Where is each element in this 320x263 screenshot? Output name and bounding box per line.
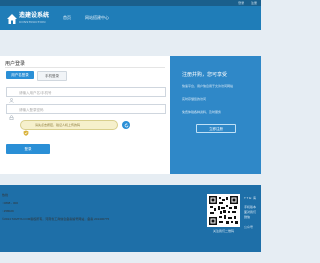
tab-username-login[interactable]: 用户名登录 — [6, 71, 34, 79]
promo-title: 注册并购，您可享受 — [182, 72, 228, 78]
top-login-link[interactable]: 登录 — [238, 1, 244, 5]
login-submit-button[interactable]: 登录 — [6, 144, 50, 154]
title-divider — [5, 67, 165, 68]
footer-qq: : 258029 — [2, 209, 14, 213]
lock-icon — [9, 107, 14, 120]
footer-side-text: 微信 — [244, 215, 251, 219]
footer-side-text[interactable]: 公众号 — [244, 225, 253, 229]
login-title: 用户登录 — [5, 61, 26, 67]
username-field[interactable] — [6, 87, 166, 103]
password-field[interactable] — [6, 104, 166, 120]
captcha-slider[interactable]: 请先点击按钮，验证人机上传的码 — [20, 120, 118, 136]
shield-check-icon — [23, 123, 29, 136]
logo-subtitle: CONSTRUCTION — [19, 20, 46, 24]
nav-home[interactable]: 首页 — [63, 6, 71, 30]
footer-copyright: ©2014 TAMTIS.COM版权所有，河南省工商信息备案编号网站，备案 20… — [2, 217, 110, 221]
footer-hotline-label: 热线 — [2, 193, 9, 197]
password-input[interactable] — [19, 105, 164, 114]
captcha-text: 请先点击按钮，验证人机上传的码 — [35, 123, 81, 127]
register-button[interactable]: 立即注册 — [196, 124, 236, 133]
logo-text: 造建设系统 — [19, 13, 50, 19]
qr-code-icon — [207, 194, 240, 227]
username-input[interactable] — [19, 88, 164, 97]
refresh-icon[interactable] — [122, 121, 130, 129]
footer-side-text: T T E: 海 — [244, 196, 256, 200]
site-header: 造建设系统 CONSTRUCTION — [0, 6, 261, 30]
user-icon — [9, 90, 14, 103]
bottom-strip — [0, 252, 261, 263]
footer-side-text[interactable]: 手机版本 — [244, 205, 256, 209]
promo-line: 免费体验各种资料，及时服务 — [182, 110, 222, 114]
top-register-link[interactable]: 注册 — [251, 1, 257, 5]
footer-phone: : 0898 - 000 — [2, 201, 19, 205]
footer-side-text: 面对我们 — [244, 210, 257, 214]
qr-caption: 关注我们二维码 — [212, 229, 234, 233]
house-logo-icon[interactable] — [6, 12, 18, 24]
promo-line: 实时存储您的访问 — [182, 97, 207, 101]
promo-line: 快速平台，用户信息用于允许访问网站 — [182, 84, 234, 88]
nav-site-builder[interactable]: 网站搭建中心 — [85, 6, 109, 30]
tab-phone-login[interactable]: 手机登录 — [37, 71, 67, 81]
